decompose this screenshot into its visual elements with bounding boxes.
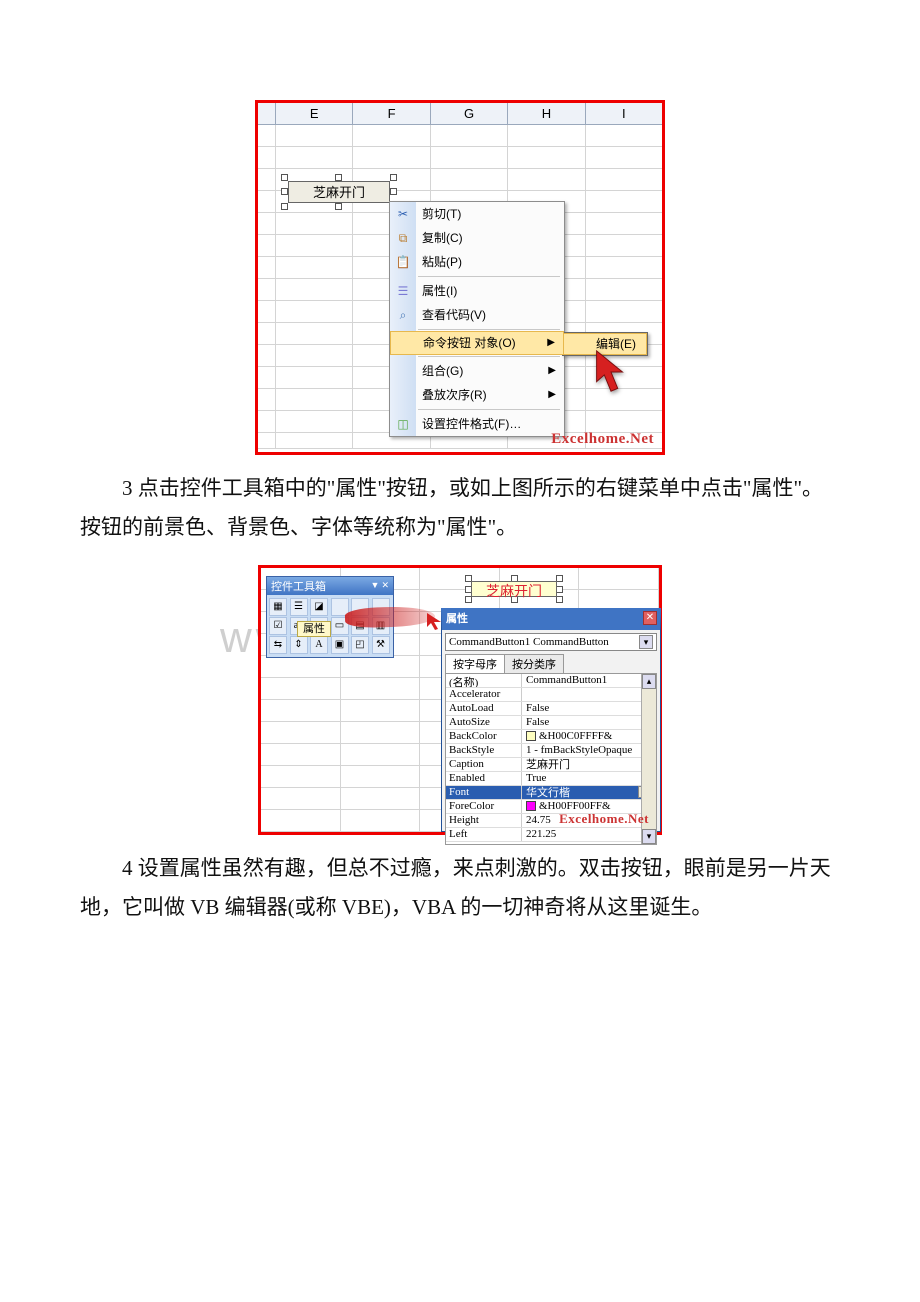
property-row[interactable]: Font华文行楷… — [446, 786, 656, 800]
col-gutter — [258, 103, 276, 124]
watermark: Excelhome.Net — [551, 431, 654, 448]
scroll-down-icon[interactable]: ▾ — [642, 829, 656, 844]
tutorial-paragraph-3: 3 点击控件工具箱中的"属性"按钮，或如上图所示的右键菜单中点击"属性"。按钮的… — [80, 469, 840, 547]
property-value[interactable]: 芝麻开门 — [522, 758, 656, 771]
col-header[interactable]: I — [586, 103, 662, 124]
property-name: AutoLoad — [446, 702, 522, 715]
tab-alphabetic[interactable]: 按字母序 — [445, 654, 505, 673]
property-row[interactable]: BackStyle1 - fmBackStyleOpaque — [446, 744, 656, 758]
copy-icon: ⧉ — [394, 229, 412, 247]
column-headers: E F G H I — [258, 103, 662, 125]
property-name: AutoSize — [446, 716, 522, 729]
toolbox-button[interactable]: ⇕ — [290, 636, 308, 654]
toolbox-button[interactable]: ⚒ — [372, 636, 390, 654]
toolbox-button[interactable]: A — [310, 636, 328, 654]
property-row[interactable]: Left221.25 — [446, 828, 656, 842]
col-header[interactable]: E — [276, 103, 353, 124]
menu-command-button-object[interactable]: 命令按钮 对象(O)▶ — [390, 331, 564, 355]
watermark: Excelhome.Net — [559, 811, 649, 827]
submenu-arrow-icon: ▶ — [548, 359, 556, 383]
paste-icon: 📋 — [394, 253, 412, 271]
tab-categorized[interactable]: 按分类序 — [504, 654, 564, 673]
toolbox-button[interactable]: ▦ — [269, 598, 287, 616]
toolbox-titlebar[interactable]: 控件工具箱 ▼✕ — [267, 577, 393, 595]
screenshot-2: 控件工具箱 ▼✕ ▦ ☰ ◪ ☑ ab ◉ ▭ ▤ ▥ ⇆ ⇕ A ▣ ◰ ⚒ … — [258, 565, 662, 835]
properties-icon: ☰ — [394, 282, 412, 300]
menu-paste[interactable]: 📋粘贴(P) — [390, 250, 564, 274]
property-value[interactable]: 华文行楷… — [522, 786, 656, 799]
property-name: BackStyle — [446, 744, 522, 757]
menu-properties[interactable]: ☰属性(I) — [390, 279, 564, 303]
properties-tooltip: 属性 — [297, 621, 331, 637]
context-menu: ✂剪切(T) ⧉复制(C) 📋粘贴(P) ☰属性(I) ⌕查看代码(V) 命令按… — [389, 201, 565, 437]
toolbox-button[interactable]: ◪ — [310, 598, 328, 616]
property-name: ForeColor — [446, 800, 522, 813]
property-name: Left — [446, 828, 522, 841]
toolbox-close-icon[interactable]: ✕ — [381, 580, 389, 591]
toolbox-button[interactable]: ☰ — [290, 598, 308, 616]
property-value[interactable] — [522, 688, 656, 701]
property-name: Enabled — [446, 772, 522, 785]
command-button-face[interactable]: 芝麻开门 — [288, 181, 390, 203]
property-name: Accelerator — [446, 688, 522, 701]
menu-view-code[interactable]: ⌕查看代码(V) — [390, 303, 564, 327]
close-button[interactable]: ✕ — [643, 611, 657, 625]
dropdown-arrow-icon[interactable]: ▾ — [639, 635, 653, 649]
object-selector-dropdown[interactable]: CommandButton1 CommandButton ▾ — [445, 633, 657, 651]
property-row[interactable]: BackColor&H00C0FFFF& — [446, 730, 656, 744]
property-row[interactable]: AutoLoadFalse — [446, 702, 656, 716]
property-row[interactable]: Caption芝麻开门 — [446, 758, 656, 772]
command-button-selected[interactable]: 芝麻开门 — [285, 178, 393, 206]
color-swatch-icon — [526, 731, 536, 741]
property-row[interactable]: Accelerator — [446, 688, 656, 702]
view-code-icon: ⌕ — [394, 306, 412, 324]
menu-copy[interactable]: ⧉复制(C) — [390, 226, 564, 250]
col-header[interactable]: H — [508, 103, 585, 124]
menu-order[interactable]: 叠放次序(R)▶ — [390, 383, 564, 407]
properties-window[interactable]: ✕ CommandButton1 CommandButton ▾ 按字母序 按分… — [441, 608, 661, 832]
screenshot-1: E F G H I 芝麻开门 ✂剪切(T) ⧉复制(C) 📋 — [255, 100, 665, 455]
control-toolbox-palette[interactable]: 控件工具箱 ▼✕ ▦ ☰ ◪ ☑ ab ◉ ▭ ▤ ▥ ⇆ ⇕ A ▣ ◰ ⚒ … — [266, 576, 394, 658]
property-value[interactable]: False — [522, 702, 656, 715]
property-value[interactable]: &H00C0FFFF& — [522, 730, 656, 743]
property-name: Font — [446, 786, 522, 799]
property-value[interactable]: CommandButton1 — [522, 674, 656, 687]
toolbox-dropdown-icon[interactable]: ▼ — [371, 580, 380, 591]
tutorial-paragraph-4: 4 设置属性虽然有趣，但总不过瘾，来点刺激的。双击按钮，眼前是另一片天地，它叫做… — [80, 849, 840, 927]
toolbox-button[interactable]: ▣ — [331, 636, 349, 654]
property-row[interactable]: (名称)CommandButton1 — [446, 674, 656, 688]
menu-grouping[interactable]: 组合(G)▶ — [390, 359, 564, 383]
toolbox-button[interactable]: ☑ — [269, 617, 287, 635]
command-button-selected[interactable]: 芝麻开门 — [468, 578, 560, 600]
toolbox-button[interactable]: ⇆ — [269, 636, 287, 654]
submenu-arrow-icon: ▶ — [547, 331, 555, 355]
property-name: (名称) — [446, 674, 522, 687]
col-header[interactable]: F — [353, 103, 430, 124]
submenu: 编辑(E) — [562, 332, 648, 356]
submenu-arrow-icon: ▶ — [548, 383, 556, 407]
command-button-face[interactable]: 芝麻开门 — [471, 581, 557, 597]
format-control-icon: ◫ — [394, 415, 412, 433]
submenu-edit[interactable]: 编辑(E) — [563, 333, 647, 355]
property-value[interactable]: True — [522, 772, 656, 785]
cut-icon: ✂ — [394, 205, 412, 223]
scroll-up-icon[interactable]: ▴ — [642, 674, 656, 689]
property-row[interactable]: EnabledTrue — [446, 772, 656, 786]
property-name: Caption — [446, 758, 522, 771]
menu-cut[interactable]: ✂剪切(T) — [390, 202, 564, 226]
toolbox-button[interactable]: ◰ — [351, 636, 369, 654]
property-value[interactable]: False — [522, 716, 656, 729]
col-header[interactable]: G — [431, 103, 508, 124]
property-row[interactable]: AutoSizeFalse — [446, 716, 656, 730]
menu-format-control[interactable]: ◫设置控件格式(F)… — [390, 412, 564, 436]
property-name: Height — [446, 814, 522, 827]
color-swatch-icon — [526, 801, 536, 811]
property-value[interactable]: 221.25 — [522, 828, 656, 841]
property-value[interactable]: 1 - fmBackStyleOpaque — [522, 744, 656, 757]
property-name: BackColor — [446, 730, 522, 743]
